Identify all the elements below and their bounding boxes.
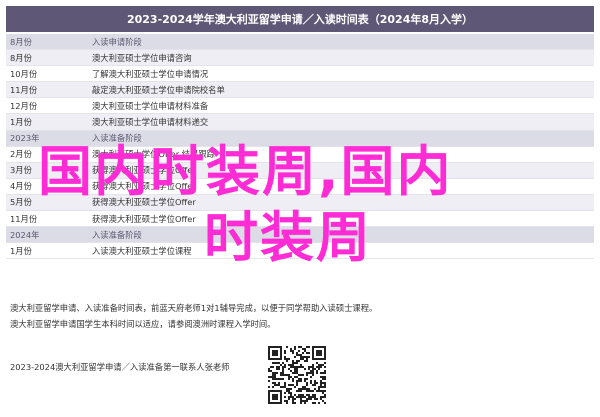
row-date: 2023年 [10,133,40,144]
row-event: 入读澳大利亚硕士学位课程 [92,245,192,256]
table-title: 2023-2024学年澳大利亚留学申请／入读时间表（2024年8月入学） [6,6,594,32]
row-date: 8月份 [10,36,32,47]
qr-code-icon [266,344,328,406]
row-event: 获得澳大利亚硕士学位Offer [92,213,196,224]
row-date: 4月份 [10,181,32,192]
row-event: 入读申请阶段 [92,36,142,47]
row-event: 获得澳大利亚硕士学位Offer [92,197,196,208]
row-date: 3月份 [10,165,32,176]
note-line-2: 澳大利亚留学申请国学生本科时间以适应，请参阅澳洲时课程入学时间。 [10,319,276,329]
table-row: 8月份 入读申请阶段 [6,34,594,51]
row-event: 澳大利亚硕士学位申请材料递交 [92,117,209,128]
table-row: 10月份 了解澳大利亚硕士学位申请情况 [6,66,594,83]
row-event: 入读准备阶段 [92,229,142,240]
row-event: 澳大利亚硕士学位Offer 结果跟踪 [92,149,215,160]
table-row: 11月份 获得澳大利亚硕士学位Offer [6,211,594,228]
row-date: 11月份 [10,213,38,224]
row-event: 澳大利亚硕士学位申请材料准备 [92,100,209,111]
row-date: 1月份 [10,245,32,256]
table-row: 2023年 入读准备阶段 [6,130,594,147]
row-date: 12月份 [10,100,38,111]
row-date: 5月份 [10,197,32,208]
row-event: 敲定澳大利亚硕士学位申请院校名单 [92,84,225,95]
table-row: 12月份 澳大利亚硕士学位申请材料准备 [6,98,594,115]
row-date: 8月份 [10,52,32,63]
bottom-contact-text: 2023-2024澳大利亚留学申请／入读准备第一联系人张老师 [10,362,230,372]
table-row: 2024年 入读准备阶段 [6,227,594,244]
row-date: 11月份 [10,84,38,95]
table-row: 2月份 澳大利亚硕士学位Offer 结果跟踪 [6,146,594,163]
table-row: 3月份 获得澳大利亚硕士学位Offer [6,162,594,179]
row-date: 10月份 [10,68,38,79]
table-row: 1月份 入读澳大利亚硕士学位课程 [6,243,594,260]
table-row: 5月份 获得澳大利亚硕士学位Offer [6,194,594,212]
row-date: 2024年 [10,229,40,240]
table-row: 4月份 获得澳大利亚硕士学位Offer [6,178,594,195]
table-row: 1月份 澳大利亚硕士学位申请材料递交 [6,114,594,131]
notes-section: 澳大利亚留学申请、入读准备时间表，前蓝天府老师1对1辅导完成，以便于同学帮助入读… [6,300,594,332]
row-event: 澳大利亚硕士学位申请咨询 [92,52,192,63]
row-event: 获得澳大利亚硕士学位Offer [92,181,196,192]
document-page: 2023-2024学年澳大利亚留学申请／入读时间表（2024年8月入学） 8月份… [0,0,600,417]
schedule-table: 8月份 入读申请阶段 8月份 澳大利亚硕士学位申请咨询 10月份 了解澳大利亚硕士学位申请… [6,34,594,260]
row-date: 2月份 [10,149,32,160]
note-line-1: 澳大利亚留学申请、入读准备时间表，前蓝天府老师1对1辅导完成，以便于同学帮助入读… [10,303,378,313]
row-date: 1月份 [10,117,32,128]
row-event: 了解澳大利亚硕士学位申请情况 [92,68,209,79]
table-row: 8月份 澳大利亚硕士学位申请咨询 [6,50,594,67]
table-row: 11月份 敲定澳大利亚硕士学位申请院校名单 [6,82,594,99]
row-event: 获得澳大利亚硕士学位Offer [92,165,196,176]
row-event: 入读准备阶段 [92,133,142,144]
